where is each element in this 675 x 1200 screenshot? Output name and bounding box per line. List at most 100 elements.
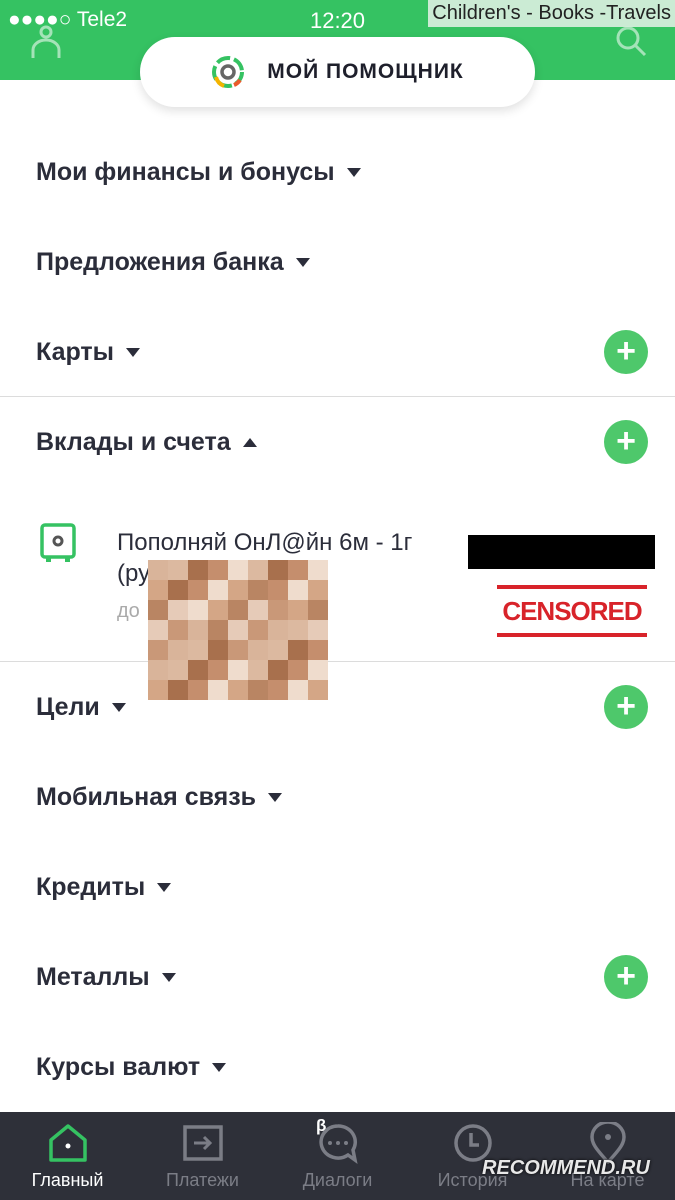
section-header[interactable]: Предложения банка bbox=[0, 232, 675, 292]
mosaic-cell bbox=[248, 580, 268, 600]
mosaic-cell bbox=[188, 580, 208, 600]
mosaic-cell bbox=[268, 660, 288, 680]
mosaic-cell bbox=[268, 620, 288, 640]
censored-stamp: CENSORED bbox=[497, 585, 647, 637]
redacted-amount bbox=[468, 535, 655, 569]
mosaic-cell bbox=[188, 660, 208, 680]
caret-down-icon bbox=[212, 1062, 227, 1072]
tab-map[interactable]: На карте bbox=[540, 1112, 675, 1200]
mosaic-cell bbox=[248, 680, 268, 700]
mosaic-cell bbox=[248, 600, 268, 620]
mosaic-cell bbox=[228, 620, 248, 640]
mosaic-cell bbox=[168, 680, 188, 700]
profile-icon[interactable] bbox=[28, 24, 64, 60]
tab-payments[interactable]: Платежи bbox=[135, 1112, 270, 1200]
mosaic-cell bbox=[208, 600, 228, 620]
mosaic-cell bbox=[248, 640, 268, 660]
add-button[interactable]: + bbox=[604, 955, 648, 999]
mosaic-cell bbox=[168, 560, 188, 580]
mosaic-cell bbox=[168, 600, 188, 620]
section-header[interactable]: Курсы валют bbox=[0, 1037, 675, 1097]
section-header[interactable]: Мои финансы и бонусы bbox=[0, 142, 675, 202]
add-button[interactable]: + bbox=[604, 420, 648, 464]
section-title: Мобильная связь bbox=[36, 782, 257, 811]
mosaic-cell bbox=[168, 580, 188, 600]
mosaic-cell bbox=[228, 580, 248, 600]
mosaic-cell bbox=[208, 660, 228, 680]
mosaic-cell bbox=[228, 640, 248, 660]
assistant-title: МОЙ ПОМОЩНИК bbox=[267, 60, 464, 83]
mosaic-cell bbox=[268, 680, 288, 700]
mosaic-cell bbox=[228, 600, 248, 620]
account-subtitle: до bbox=[117, 600, 140, 622]
pixelated-redaction bbox=[148, 560, 328, 700]
caret-down-icon bbox=[157, 882, 172, 892]
assistant-button[interactable]: МОЙ ПОМОЩНИК bbox=[140, 37, 535, 107]
mosaic-cell bbox=[208, 640, 228, 660]
section-header[interactable]: Карты + bbox=[0, 322, 675, 382]
tab-dialogs[interactable]: β Диалоги bbox=[270, 1112, 405, 1200]
mosaic-cell bbox=[288, 600, 308, 620]
caret-down-icon bbox=[346, 167, 361, 177]
mosaic-cell bbox=[188, 620, 208, 640]
mosaic-cell bbox=[148, 680, 168, 700]
mosaic-cell bbox=[268, 580, 288, 600]
mosaic-cell bbox=[168, 660, 188, 680]
section-header[interactable]: Вклады и счета + bbox=[0, 412, 675, 472]
section-header[interactable]: Кредиты bbox=[0, 857, 675, 917]
section-header[interactable]: Мобильная связь bbox=[0, 767, 675, 827]
safe-icon bbox=[40, 523, 76, 562]
section-header[interactable]: Цели + bbox=[0, 677, 675, 737]
mosaic-cell bbox=[308, 600, 328, 620]
mosaic-cell bbox=[228, 560, 248, 580]
search-icon[interactable] bbox=[614, 24, 648, 58]
mosaic-cell bbox=[308, 620, 328, 640]
add-button[interactable]: + bbox=[604, 685, 648, 729]
mosaic-cell bbox=[148, 620, 168, 640]
section-title: Вклады и счета bbox=[36, 427, 231, 456]
watermark: RECOMMEND.RU bbox=[482, 1157, 650, 1179]
section-title: Цели bbox=[36, 692, 100, 721]
mosaic-cell bbox=[168, 620, 188, 640]
tab-history[interactable]: История bbox=[405, 1112, 540, 1200]
assistant-logo-icon bbox=[212, 56, 245, 88]
caret-down-icon bbox=[161, 972, 176, 982]
mosaic-cell bbox=[308, 580, 328, 600]
mosaic-cell bbox=[208, 560, 228, 580]
caret-down-icon bbox=[111, 702, 126, 712]
section-title: Кредиты bbox=[36, 872, 146, 901]
divider bbox=[0, 661, 675, 662]
mosaic-cell bbox=[268, 560, 288, 580]
mosaic-cell bbox=[148, 560, 168, 580]
section-title: Мои финансы и бонусы bbox=[36, 157, 335, 186]
mosaic-cell bbox=[148, 580, 168, 600]
mosaic-cell bbox=[248, 560, 268, 580]
mosaic-cell bbox=[308, 640, 328, 660]
chat-icon bbox=[319, 1124, 358, 1164]
section-header[interactable]: Металлы + bbox=[0, 947, 675, 1007]
tab-label: Платежи bbox=[165, 1170, 239, 1190]
mosaic-cell bbox=[288, 620, 308, 640]
mosaic-cell bbox=[248, 620, 268, 640]
mosaic-cell bbox=[148, 660, 168, 680]
mosaic-cell bbox=[268, 600, 288, 620]
mosaic-cell bbox=[148, 640, 168, 660]
tab-label: Диалоги bbox=[302, 1170, 373, 1190]
caret-down-icon bbox=[268, 792, 283, 802]
mosaic-cell bbox=[288, 680, 308, 700]
add-button[interactable]: + bbox=[604, 330, 648, 374]
mosaic-cell bbox=[288, 640, 308, 660]
mosaic-cell bbox=[188, 600, 208, 620]
mosaic-cell bbox=[188, 680, 208, 700]
mosaic-cell bbox=[188, 640, 208, 660]
account-item[interactable]: Пополняй ОнЛ@йн 6м - 1г (руб.) до CENSOR… bbox=[0, 505, 675, 655]
mosaic-cell bbox=[208, 680, 228, 700]
mosaic-cell bbox=[168, 640, 188, 660]
tab-bar: Главный Платежи β Диалоги История На кар… bbox=[0, 1112, 675, 1200]
tab-home[interactable]: Главный bbox=[0, 1112, 135, 1200]
caret-down-icon bbox=[126, 347, 141, 357]
section-title: Карты bbox=[36, 337, 115, 366]
section-title: Курсы валют bbox=[36, 1052, 201, 1081]
mosaic-cell bbox=[308, 680, 328, 700]
mosaic-cell bbox=[208, 620, 228, 640]
